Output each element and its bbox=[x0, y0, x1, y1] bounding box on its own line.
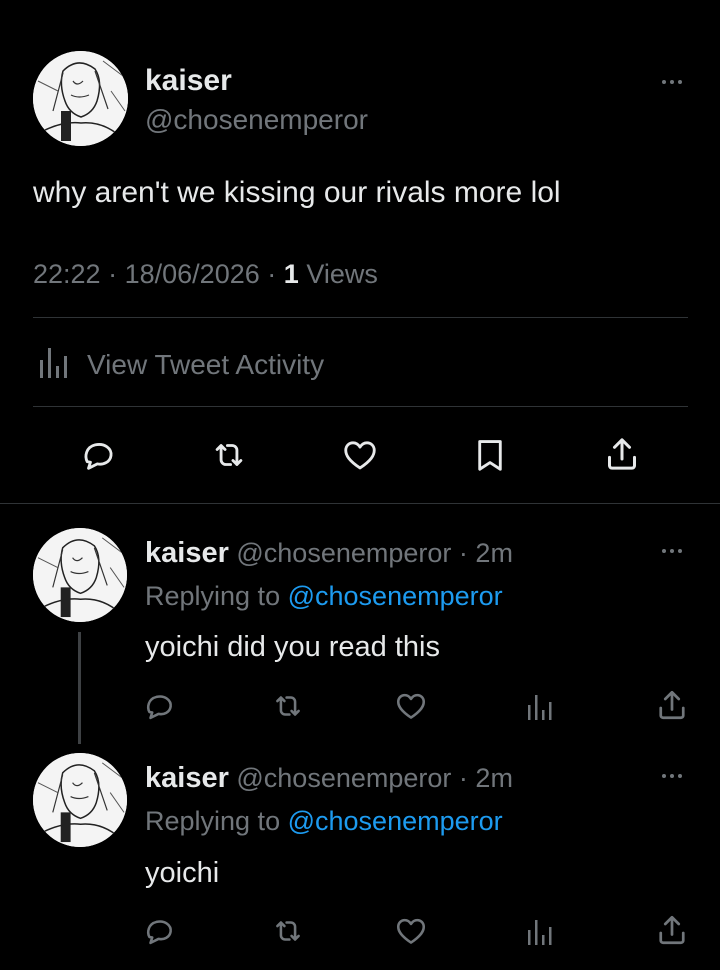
avatar[interactable] bbox=[33, 753, 127, 847]
like-icon[interactable] bbox=[394, 689, 428, 723]
analytics-icon[interactable] bbox=[527, 918, 553, 946]
replying-to-label: Replying to bbox=[145, 581, 281, 611]
tweet-text: why aren't we kissing our rivals more lo… bbox=[33, 176, 561, 209]
replying-to-label: Replying to bbox=[145, 806, 281, 836]
replying-to: Replying to @chosenemperor bbox=[145, 806, 503, 837]
display-name[interactable]: kaiser bbox=[145, 762, 229, 794]
retweet-icon[interactable] bbox=[209, 436, 249, 474]
views-label[interactable]: Views bbox=[306, 259, 378, 289]
replying-to: Replying to @chosenemperor bbox=[145, 581, 503, 612]
share-icon[interactable] bbox=[654, 687, 690, 723]
thread-line bbox=[78, 632, 81, 744]
bookmark-icon[interactable] bbox=[471, 436, 509, 474]
view-tweet-activity-label: View Tweet Activity bbox=[87, 348, 325, 380]
display-name[interactable]: kaiser bbox=[145, 64, 232, 98]
share-icon[interactable] bbox=[654, 912, 690, 948]
like-icon[interactable] bbox=[340, 436, 380, 474]
replying-to-link[interactable]: @chosenemperor bbox=[288, 806, 503, 836]
meta-separator: · bbox=[458, 763, 468, 793]
divider bbox=[33, 406, 688, 407]
tweet-date: 18/06/2026 bbox=[124, 259, 260, 289]
avatar[interactable] bbox=[33, 528, 127, 622]
reply-icon[interactable] bbox=[142, 689, 176, 723]
more-options-icon[interactable] bbox=[662, 549, 682, 553]
replying-to-link[interactable]: @chosenemperor bbox=[288, 581, 503, 611]
tweet-meta: 22:22 · 18/06/2026 · 1 Views bbox=[33, 259, 378, 290]
more-options-icon[interactable] bbox=[662, 80, 682, 84]
reply-age: 2m bbox=[475, 538, 513, 568]
reply-icon[interactable] bbox=[142, 914, 176, 948]
section-divider bbox=[0, 503, 720, 504]
divider bbox=[33, 317, 688, 318]
view-tweet-activity-button[interactable]: View Tweet Activity bbox=[37, 344, 324, 385]
handle[interactable]: @chosenemperor bbox=[145, 104, 368, 136]
tweet-time: 22:22 bbox=[33, 259, 101, 289]
reply-age: 2m bbox=[475, 763, 513, 793]
meta-separator: · bbox=[458, 538, 468, 568]
meta-separator: · bbox=[108, 259, 118, 289]
avatar-image bbox=[33, 51, 128, 146]
avatar-image bbox=[33, 753, 127, 847]
avatar[interactable] bbox=[33, 51, 128, 146]
more-options-icon[interactable] bbox=[662, 774, 682, 778]
avatar-image bbox=[33, 528, 127, 622]
reply-text: yoichi bbox=[145, 857, 220, 889]
reply-header: kaiser @chosenemperor · 2m bbox=[145, 762, 513, 795]
views-count[interactable]: 1 bbox=[284, 259, 299, 289]
retweet-icon[interactable] bbox=[271, 689, 305, 723]
retweet-icon[interactable] bbox=[271, 914, 305, 948]
analytics-icon[interactable] bbox=[527, 693, 553, 721]
analytics-icon bbox=[37, 344, 73, 385]
like-icon[interactable] bbox=[394, 914, 428, 948]
handle[interactable]: @chosenemperor bbox=[236, 538, 451, 568]
reply-text: yoichi did you read this bbox=[145, 631, 440, 663]
display-name[interactable]: kaiser bbox=[145, 537, 229, 569]
reply-header: kaiser @chosenemperor · 2m bbox=[145, 537, 513, 570]
meta-separator: · bbox=[267, 259, 277, 289]
share-icon[interactable] bbox=[602, 434, 642, 474]
reply-icon[interactable] bbox=[79, 436, 117, 474]
handle[interactable]: @chosenemperor bbox=[236, 763, 451, 793]
